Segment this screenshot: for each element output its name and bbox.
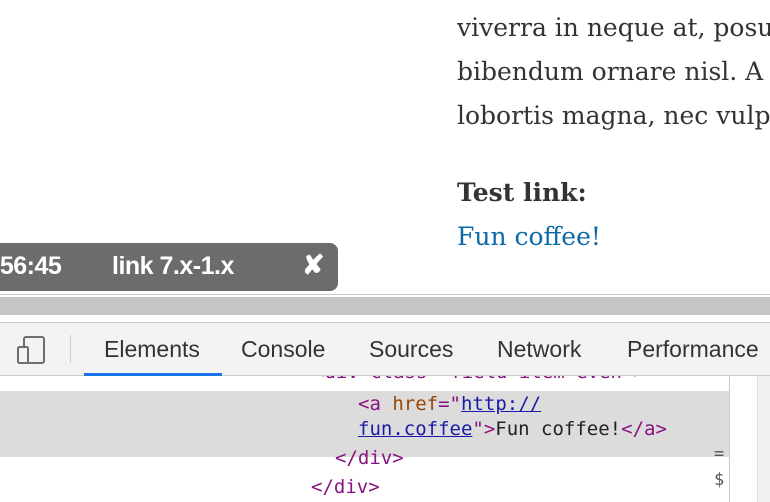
dom-node-div-close-1[interactable]: </div> (335, 444, 404, 472)
tab-elements[interactable]: Elements (104, 336, 200, 363)
dom-node-div-close-2[interactable]: </div> (311, 473, 380, 501)
dom-node-anchor-line1[interactable]: <a href="http:// (358, 390, 541, 418)
tab-console[interactable]: Console (241, 336, 325, 363)
devtools-tab-bar: Elements Console Sources Network Perform… (0, 322, 770, 376)
href-value-part1[interactable]: http:// (461, 393, 541, 415)
body-line-3: lobortis magna, nec vulp (457, 101, 770, 130)
tab-performance[interactable]: Performance (627, 336, 759, 363)
article-body: viverra in neque at, posu bibendum ornar… (457, 6, 770, 138)
test-link-heading: Test link: (457, 178, 587, 207)
href-value-part2[interactable]: fun.coffee (358, 418, 472, 440)
close-icon[interactable]: ✘ (302, 250, 325, 281)
tab-separator (70, 335, 71, 363)
admin-toolbar-pill: :56:45 link 7.x-1.x ✘ (0, 243, 338, 291)
tab-sources[interactable]: Sources (369, 336, 453, 363)
console-dollar-marker: $ (714, 470, 725, 490)
attr-href: href (392, 393, 439, 415)
console-eq-marker: = (714, 444, 725, 464)
body-line-2: bibendum ornare nisl. A (457, 57, 764, 86)
fun-coffee-link[interactable]: Fun coffee! (457, 215, 601, 259)
tab-network[interactable]: Network (497, 336, 581, 363)
dom-node-anchor-line2[interactable]: fun.coffee">Fun coffee!</a> (358, 415, 667, 443)
tag-a-close: </a> (621, 418, 667, 440)
devtools-resize-bar[interactable] (0, 297, 770, 315)
device-toggle-icon[interactable] (15, 335, 49, 371)
attr-eq: =" (438, 393, 461, 415)
tag-a-open: <a (358, 393, 381, 415)
page-divider (0, 294, 770, 295)
body-line-1: viverra in neque at, posu (457, 13, 770, 42)
toolbar-version: link 7.x-1.x (112, 252, 234, 280)
side-scrollbar[interactable] (757, 376, 770, 502)
elements-tree[interactable]: <div class="field-item even"> <a href="h… (0, 376, 729, 502)
toolbar-time: :56:45 (0, 252, 62, 280)
attr-close-quote: "> (472, 418, 496, 440)
dom-node-cut[interactable]: <div class="field-item even"> (313, 376, 645, 386)
anchor-text: Fun coffee! (495, 418, 622, 440)
